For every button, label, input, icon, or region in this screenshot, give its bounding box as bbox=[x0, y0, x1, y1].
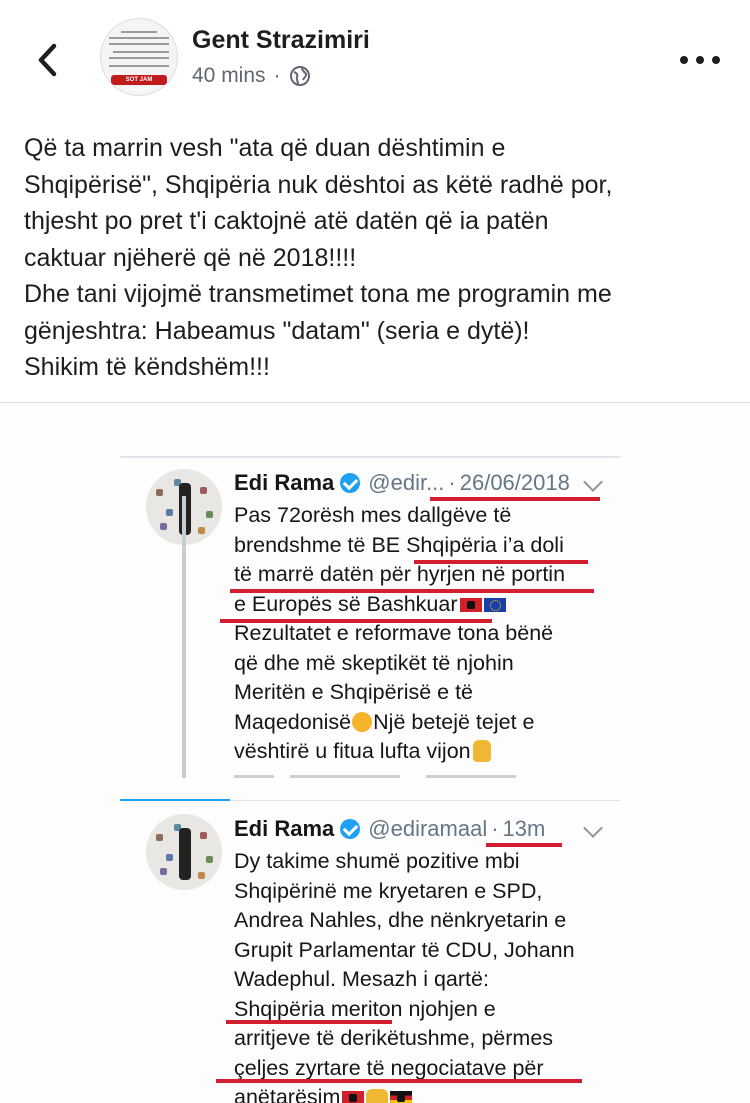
tweet-line-text: Maqedonisë bbox=[234, 709, 352, 734]
tweet-line: brendshme të BE Shqipëria i’a doli bbox=[234, 532, 564, 557]
tweet-line: arritjeve të derikëtushme, përmes bbox=[234, 1026, 554, 1050]
text-underline bbox=[220, 619, 492, 623]
text-underline bbox=[230, 589, 594, 593]
post-line: caktuar njëherë që në 2018!!!! bbox=[24, 243, 357, 272]
image-top-border bbox=[120, 456, 620, 458]
tweet-line: që dhe më skeptikët të njohin bbox=[234, 650, 514, 675]
tweet-separator: · bbox=[491, 816, 499, 841]
text-underline bbox=[414, 560, 588, 564]
handshake-emoji-icon bbox=[366, 1089, 389, 1103]
more-dot bbox=[696, 56, 704, 64]
tweet-separator: · bbox=[448, 470, 456, 495]
back-button[interactable] bbox=[30, 40, 70, 80]
post-line: thjesht po pret t'i caktojnë atë datën q… bbox=[24, 207, 549, 235]
post-header: SOT JAM STUDENT Gent Strazimiri 40 mins … bbox=[0, 0, 750, 112]
post-line: Shqipërisë", Shqipëria nuk dështoi as kë… bbox=[24, 170, 613, 199]
victory-hand-emoji-icon bbox=[472, 740, 491, 762]
thread-line bbox=[182, 496, 186, 778]
chevron-down-icon[interactable] bbox=[583, 472, 603, 492]
post-time[interactable]: 40 mins bbox=[192, 64, 266, 88]
tweet-avatar bbox=[146, 814, 222, 890]
tweet-line: Wadephul. Mesazh i qartë: bbox=[234, 967, 489, 991]
verified-badge-icon bbox=[340, 473, 361, 493]
avatar[interactable]: SOT JAM STUDENT bbox=[100, 18, 178, 96]
tweet-line: të marrë datën për hyrjen në portin bbox=[234, 562, 566, 586]
tweet-separator-line bbox=[230, 800, 620, 801]
tweet-header: Edi Rama @ediramaal · 13m bbox=[234, 816, 545, 842]
globe-icon bbox=[289, 66, 310, 86]
smiley-emoji-icon bbox=[352, 711, 373, 732]
post-image[interactable]: Edi Rama @edir... · 26/06/2018 Pas 72orë… bbox=[0, 403, 750, 1103]
tweet-handle[interactable]: @edir... bbox=[368, 470, 444, 496]
tweet-handle[interactable]: @ediramaal bbox=[368, 816, 487, 842]
tweet-line: Pas 72orësh mes dallgëve të bbox=[234, 503, 512, 527]
tweet-author[interactable]: Edi Rama bbox=[234, 816, 334, 842]
tweet-line: Maqedonisë Një betejë tejet e bbox=[234, 708, 634, 738]
tweet-line: vështirë u fitua lufta vijon bbox=[234, 737, 634, 767]
post-line: Dhe tani vijojmë transmetimet tona me pr… bbox=[24, 280, 612, 308]
albania-flag-icon bbox=[459, 597, 482, 612]
tweet-line: e Europës së Bashkuar bbox=[234, 590, 634, 620]
post-line: gënjeshtra: Habeamus "datam" (seria e dy… bbox=[24, 316, 530, 345]
author-name[interactable]: Gent Strazimiri bbox=[192, 26, 370, 55]
text-underline bbox=[216, 1079, 582, 1083]
chevron-down-icon[interactable] bbox=[583, 818, 603, 838]
germany-flag-icon bbox=[390, 1091, 413, 1103]
tweet-line: Rezultatet e reformave tona bënë bbox=[234, 621, 554, 645]
tweet-line: Andrea Nahles, dhe nënkryetarin e bbox=[234, 908, 567, 932]
tweet-line-text: Një betejë tejet e bbox=[373, 709, 535, 734]
post-line: Që ta marrin vesh "ata që duan dështimin… bbox=[24, 134, 506, 162]
albania-flag-icon bbox=[342, 1091, 365, 1103]
cropped-text bbox=[234, 775, 274, 778]
tweet-line: Meritën e Shqipërisë e të bbox=[234, 680, 474, 704]
meta-separator: · bbox=[273, 64, 281, 87]
tweet-header: Edi Rama @edir... · 26/06/2018 bbox=[234, 470, 570, 496]
tweet-author[interactable]: Edi Rama bbox=[234, 470, 334, 496]
more-options-button[interactable] bbox=[680, 52, 720, 68]
tweet-line-text: anëtarësim bbox=[234, 1085, 341, 1103]
tweet-line: Shqipërinë me kryetaren e SPD, bbox=[234, 878, 543, 903]
tweet-line-text: e Europës së Bashkuar bbox=[234, 591, 458, 616]
tweet-line-text: vështirë u fitua lufta vijon bbox=[234, 739, 471, 763]
cropped-text bbox=[426, 775, 516, 778]
post-meta: 40 mins · bbox=[192, 64, 311, 88]
more-dot bbox=[680, 56, 688, 64]
cropped-text bbox=[290, 775, 400, 778]
tweet-separator-line bbox=[120, 799, 230, 801]
verified-badge-icon bbox=[340, 819, 361, 839]
tweet-date[interactable]: 26/06/2018 bbox=[460, 470, 570, 496]
eu-flag-icon bbox=[483, 597, 506, 612]
tweet-date[interactable]: 13m bbox=[503, 816, 546, 842]
post-line: Shikim të këndshëm!!! bbox=[24, 353, 270, 381]
tweet-line: anëtarësim bbox=[234, 1083, 634, 1103]
tweet-line: Grupit Parlamentar të CDU, Johann bbox=[234, 937, 575, 962]
text-underline bbox=[226, 1020, 392, 1024]
avatar-banner: SOT JAM STUDENT bbox=[111, 75, 167, 93]
tweet-text: Pas 72orësh mes dallgëve të brendshme të… bbox=[234, 501, 634, 767]
tweet-text: Dy takime shumë pozitive mbi Shqipërinë … bbox=[234, 847, 634, 1103]
post-text: Që ta marrin vesh "ata që duan dështimin… bbox=[24, 130, 734, 386]
chevron-left-icon bbox=[38, 43, 57, 77]
more-dot bbox=[712, 56, 720, 64]
tweet-line: Dy takime shumë pozitive mbi bbox=[234, 849, 520, 873]
